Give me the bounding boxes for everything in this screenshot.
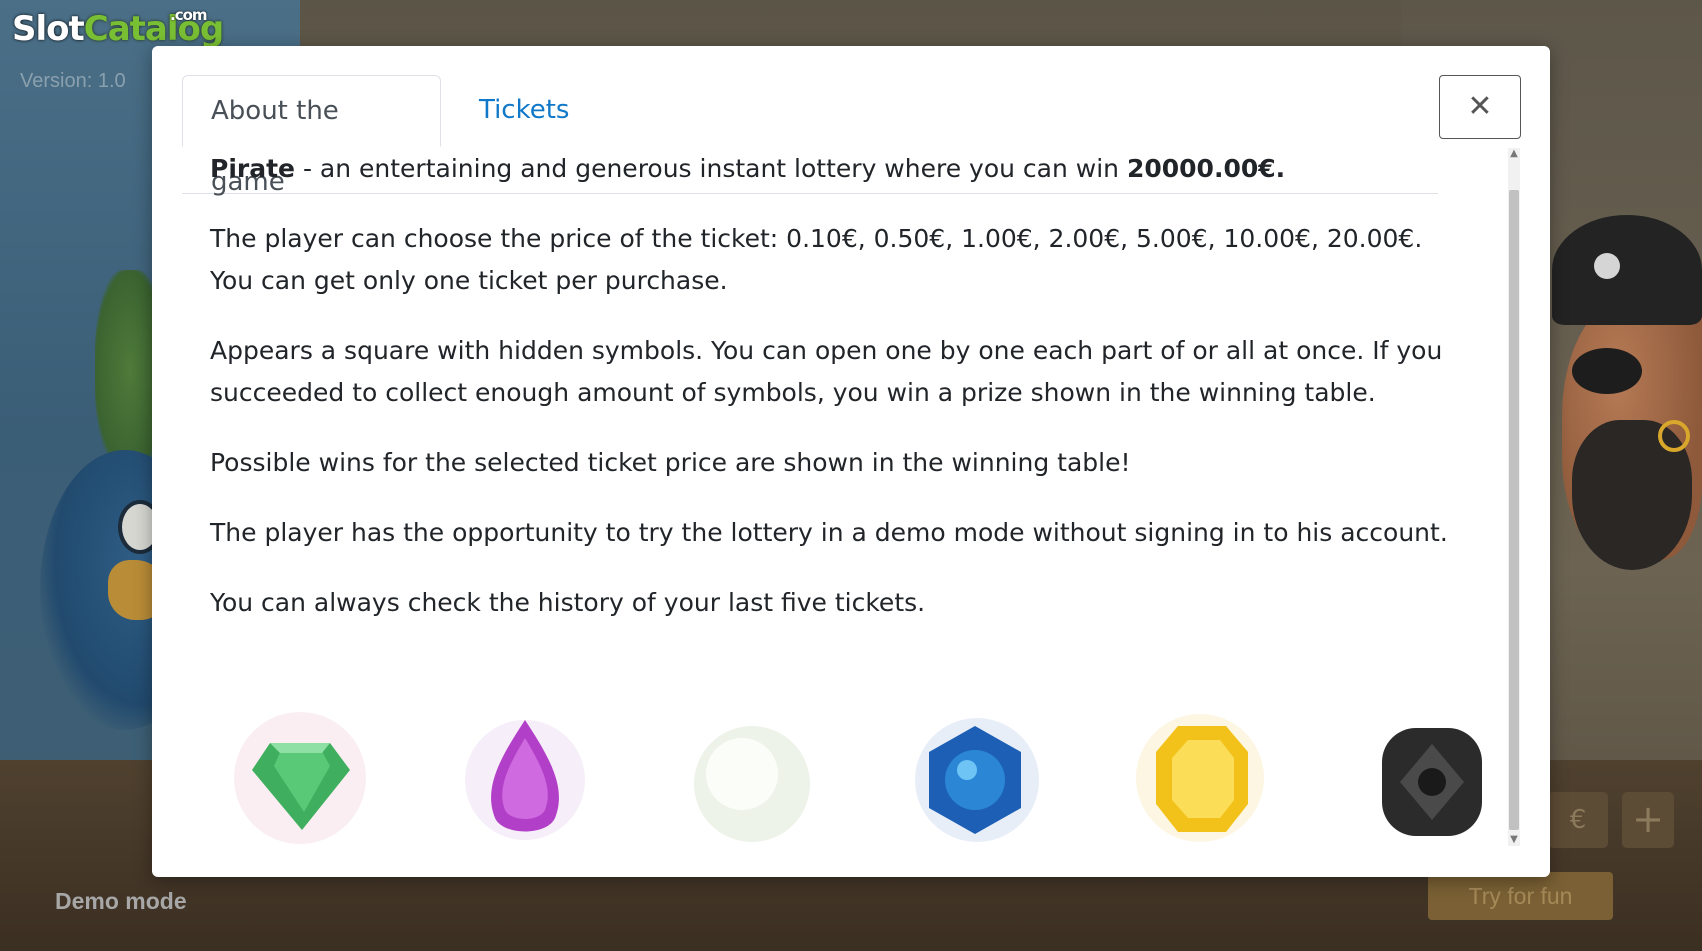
logo-com: .com (170, 6, 208, 24)
intro-text: - an entertaining and generous instant l… (295, 154, 1127, 183)
pirate-hat (1552, 215, 1702, 325)
try-for-fun-button[interactable]: Try for fun (1428, 872, 1613, 920)
scrollbar-thumb[interactable] (1509, 190, 1519, 830)
demo-mode-label: Demo mode (55, 888, 187, 914)
slotcatalog-logo: SlotCatalog .com (12, 8, 224, 49)
scroll-up-arrow-icon[interactable]: ▲ (1508, 148, 1520, 160)
info-modal: About the game Tickets ✕ Pirate - an ent… (152, 46, 1550, 877)
ticket-price-paragraph: The player can choose the price of the t… (210, 224, 1423, 295)
gem-row (210, 708, 1482, 846)
skull-icon (1594, 253, 1620, 279)
green-gem-icon (234, 712, 366, 844)
demo-paragraph: The player has the opportunity to try th… (210, 518, 1448, 547)
eyepatch (1572, 348, 1642, 394)
close-button[interactable]: ✕ (1439, 75, 1521, 139)
content-scrollbar[interactable]: ▲ ▼ (1508, 148, 1520, 846)
logo-slot: Slot (12, 9, 85, 49)
intro-paragraph: Pirate - an entertaining and generous in… (182, 148, 1486, 190)
tab-about-the-game[interactable]: About the game (182, 75, 441, 197)
earring (1658, 420, 1690, 452)
history-paragraph: You can always check the history of your… (210, 588, 926, 617)
currency-display: € (1548, 792, 1608, 848)
yellow-gem-icon (1136, 714, 1264, 842)
version-text: Version: 1.0 (20, 70, 126, 92)
white-pearl-icon (694, 726, 810, 842)
game-name: Pirate (210, 154, 295, 183)
black-gem-icon (1382, 728, 1482, 836)
wins-paragraph: Possible wins for the selected ticket pr… (210, 448, 1131, 477)
purple-gem-icon (465, 720, 585, 840)
blue-gem-icon (915, 718, 1039, 842)
tab-tickets[interactable]: Tickets (451, 75, 597, 146)
max-win-amount: 20000.00€. (1126, 154, 1286, 183)
plus-button[interactable]: + (1622, 792, 1674, 848)
modal-content: Pirate - an entertaining and generous in… (182, 148, 1486, 846)
symbols-paragraph: Appears a square with hidden symbols. Yo… (210, 336, 1443, 407)
scroll-down-arrow-icon[interactable]: ▼ (1508, 834, 1520, 846)
